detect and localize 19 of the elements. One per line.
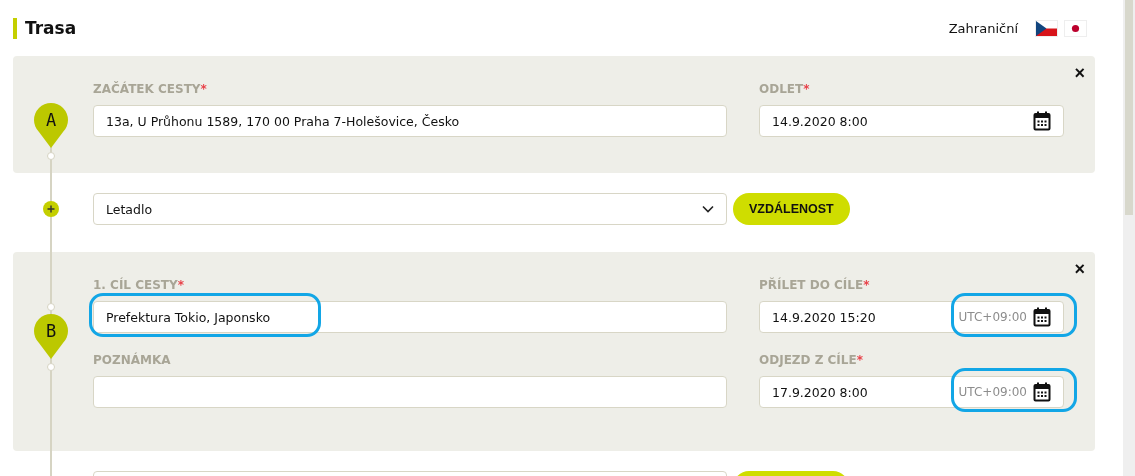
address-field[interactable]: 13a, U Průhonu 1589, 170 00 Praha 7-Holešovice, Česko [93, 105, 727, 137]
address-field[interactable]: Prefektura Tokio, Japonsko [93, 301, 727, 333]
datetime-field[interactable]: 14.9.2020 15:20 UTC+09:00 [759, 301, 1064, 333]
field-label: PŘÍLET DO CÍLE* [759, 278, 871, 294]
transport-select[interactable]: Letadlo [93, 193, 727, 225]
close-button[interactable]: × [1074, 260, 1085, 278]
datetime-field[interactable]: 14.9.2020 8:00 [759, 105, 1064, 137]
close-button[interactable]: × [1074, 64, 1085, 82]
pin-letter: B [45, 321, 57, 341]
field-label: ZAČÁTEK CESTY* [93, 82, 208, 98]
field-label: ODLET* [759, 82, 811, 98]
distance-button[interactable]: VZDÁLENOST [733, 193, 850, 225]
field-label: ODJEZD Z CÍLE* [759, 353, 864, 369]
pin-letter: A [45, 110, 57, 130]
section-title: Trasa [13, 17, 77, 39]
field-label: POZNÁMKA [93, 353, 172, 369]
datetime-field[interactable]: 17.9.2020 8:00 UTC+09:00 [759, 376, 1064, 408]
trip-type-label: Zahraniční [948, 20, 1018, 36]
field-label: 1. CÍL CESTY* [93, 278, 185, 294]
